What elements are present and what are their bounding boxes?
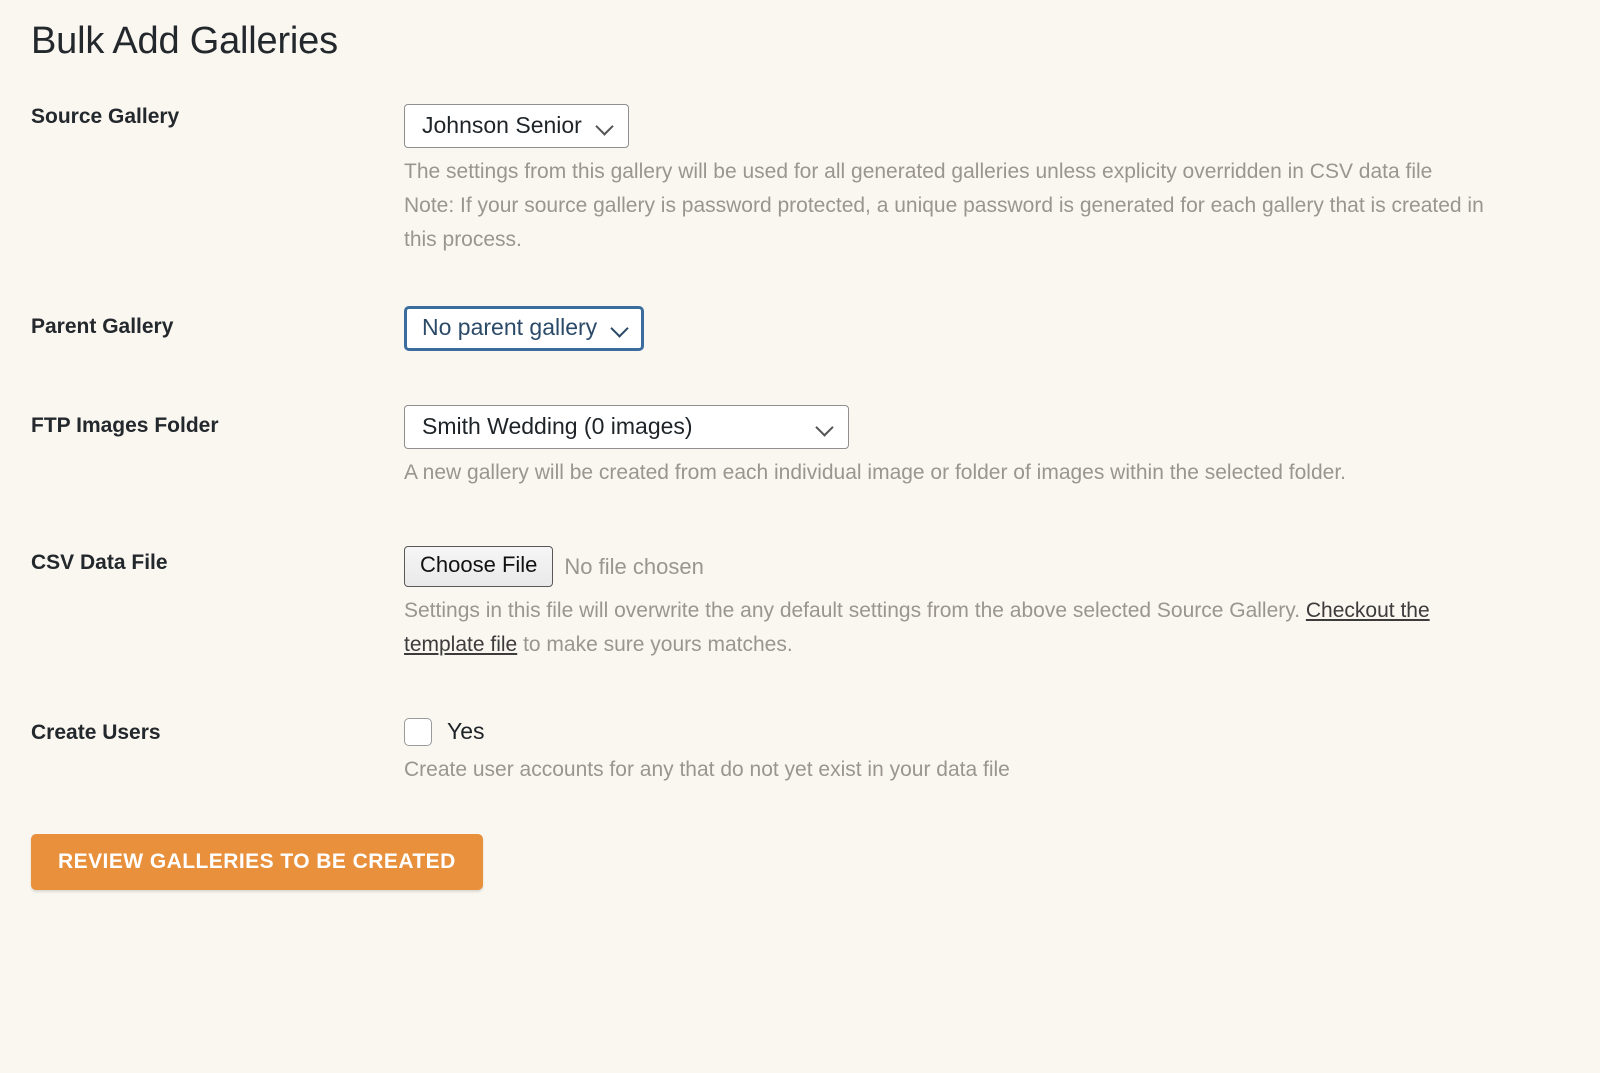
create-users-checkbox[interactable] (404, 717, 432, 746)
csv-data-file-label: CSV Data File (31, 551, 168, 575)
file-status-text: No file chosen (564, 553, 704, 579)
csv-data-file-field: Choose File No file chosen Settings in t… (404, 544, 1600, 661)
source-gallery-label: Source Gallery (31, 104, 180, 128)
form-row-create-users: Create Users Yes Create user accounts fo… (0, 716, 1600, 787)
ftp-images-folder-help: A new gallery will be created from each … (404, 461, 1346, 485)
source-gallery-select[interactable]: Johnson Senior (404, 103, 629, 149)
source-gallery-help-line-2: Note: If your source gallery is password… (404, 194, 1484, 252)
form-row-source-gallery: Source Gallery Johnson Senior The settin… (0, 103, 1600, 258)
bulk-add-galleries-form: Source Gallery Johnson Senior The settin… (0, 103, 1600, 890)
ftp-images-folder-label: FTP Images Folder (31, 413, 219, 437)
chevron-down-icon (816, 417, 835, 436)
form-row-ftp-images-folder: FTP Images Folder Smith Wedding (0 image… (0, 404, 1600, 491)
form-row-csv-data-file: CSV Data File Choose File No file chosen… (0, 544, 1600, 661)
parent-gallery-field: No parent gallery (404, 306, 1600, 351)
parent-gallery-select[interactable]: No parent gallery (404, 306, 645, 351)
csv-help-prefix: Settings in this file will overwrite the… (404, 598, 1306, 622)
csv-data-file-help: Settings in this file will overwrite the… (404, 594, 1509, 662)
source-gallery-field: Johnson Senior The settings from this ga… (404, 103, 1600, 258)
create-users-label: Create Users (31, 720, 161, 744)
parent-gallery-label: Parent Gallery (31, 315, 174, 339)
parent-gallery-selected-value: No parent gallery (422, 314, 598, 341)
create-users-help: Create user accounts for any that do not… (404, 757, 1010, 781)
source-gallery-selected-value: Johnson Senior (422, 111, 582, 138)
form-actions: Review Galleries to be Created (0, 833, 1600, 890)
create-users-field: Yes Create user accounts for any that do… (404, 716, 1600, 787)
csv-help-suffix: to make sure yours matches. (517, 632, 793, 656)
ftp-images-folder-selected-value: Smith Wedding (0 images) (422, 412, 693, 439)
chevron-down-icon (596, 116, 615, 135)
review-galleries-button[interactable]: Review Galleries to be Created (31, 833, 483, 890)
file-input-row: Choose File No file chosen (404, 546, 1560, 587)
choose-file-button[interactable]: Choose File (404, 546, 554, 587)
source-gallery-help-line-1: The settings from this gallery will be u… (404, 160, 1433, 184)
create-users-checkbox-row: Yes (404, 717, 1560, 746)
ftp-images-folder-select[interactable]: Smith Wedding (0 images) (404, 404, 849, 450)
page-title: Bulk Add Galleries (31, 20, 338, 62)
create-users-checkbox-label[interactable]: Yes (447, 718, 485, 745)
ftp-images-folder-field: Smith Wedding (0 images) A new gallery w… (404, 404, 1600, 491)
bulk-add-galleries-page: Bulk Add Galleries Source Gallery Johnso… (0, 0, 1600, 1073)
form-row-parent-gallery: Parent Gallery No parent gallery (0, 306, 1600, 351)
chevron-down-icon (611, 318, 630, 337)
